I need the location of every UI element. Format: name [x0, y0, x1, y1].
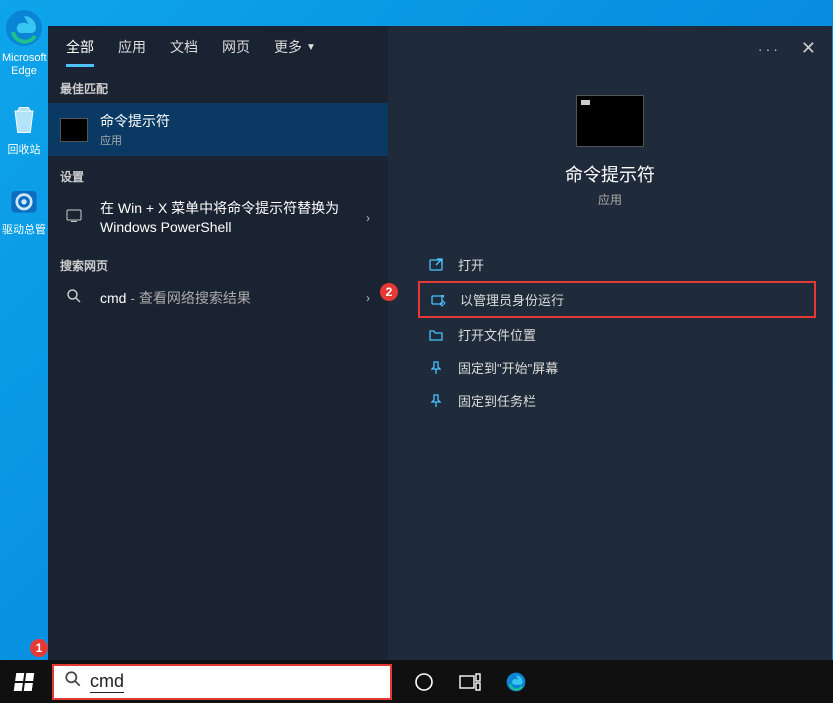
web-label: 搜索网页 — [48, 245, 388, 280]
action-label: 固定到"开始"屏幕 — [458, 358, 558, 377]
result-title: 命令提示符 — [100, 111, 376, 131]
tab-more-label: 更多 — [274, 37, 302, 57]
search-tabs: 全部 应用 文档 网页 更多 ▼ — [48, 26, 388, 68]
taskbar-icons — [412, 670, 528, 694]
action-pin-taskbar[interactable]: 固定到任务栏 — [418, 384, 816, 417]
best-match-result[interactable]: 命令提示符 应用 — [48, 103, 388, 156]
cmd-preview-icon — [576, 95, 644, 147]
desktop-icons: Microsoft Edge 回收站 驱动总管 — [0, 0, 48, 259]
search-input-value[interactable]: cmd — [90, 671, 124, 693]
annotation-badge-2: 2 — [380, 283, 398, 301]
task-view-icon[interactable] — [458, 670, 482, 694]
action-label: 打开文件位置 — [458, 325, 536, 344]
chevron-right-icon: › — [360, 211, 376, 225]
start-search-panel: 全部 应用 文档 网页 更多 ▼ 最佳匹配 命令提示符 应用 设置 在 Win … — [48, 26, 832, 660]
tab-web[interactable]: 网页 — [222, 37, 250, 67]
taskbar-search-box[interactable]: cmd — [52, 664, 392, 700]
action-pin-start[interactable]: 固定到"开始"屏幕 — [418, 351, 816, 384]
action-label: 固定到任务栏 — [458, 391, 536, 410]
search-icon — [60, 288, 88, 309]
cortana-icon[interactable] — [412, 670, 436, 694]
monitor-icon — [60, 208, 88, 227]
desktop-icon-label: 驱动总管 — [0, 224, 48, 237]
result-subtitle: 应用 — [100, 132, 376, 148]
desktop-icon-label: Microsoft Edge — [0, 52, 48, 78]
preview-actions: 打开 以管理员身份运行 打开文件位置 固定到"开始"屏幕 — [418, 248, 816, 417]
chevron-down-icon: ▼ — [306, 42, 316, 53]
preview-pane: ··· ✕ 命令提示符 应用 2 打开 以管理员身份运行 — [388, 26, 832, 660]
setting-text: 在 Win + X 菜单中将命令提示符替换为 Windows PowerShel… — [100, 199, 348, 237]
pin-icon — [428, 393, 444, 409]
desktop-icon-edge[interactable]: Microsoft Edge — [0, 8, 48, 78]
best-match-label: 最佳匹配 — [48, 68, 388, 103]
edge-taskbar-icon[interactable] — [504, 670, 528, 694]
close-icon[interactable]: ✕ — [801, 38, 816, 59]
start-button[interactable] — [0, 660, 48, 703]
edge-icon — [4, 8, 44, 48]
tab-more[interactable]: 更多 ▼ — [274, 37, 316, 67]
pin-icon — [428, 360, 444, 376]
desktop-icon-label: 回收站 — [0, 144, 48, 157]
preview-subtitle: 应用 — [388, 191, 832, 208]
setting-replace-powershell[interactable]: 在 Win + X 菜单中将命令提示符替换为 Windows PowerShel… — [48, 191, 388, 245]
annotation-badge-1: 1 — [30, 639, 48, 657]
folder-icon — [428, 327, 444, 343]
admin-icon — [430, 292, 446, 308]
action-open-location[interactable]: 打开文件位置 — [418, 318, 816, 351]
web-search-text: cmd - 查看网络搜索结果 — [100, 288, 348, 308]
action-label: 以管理员身份运行 — [460, 290, 564, 309]
tab-docs[interactable]: 文档 — [170, 37, 198, 67]
web-query: cmd — [100, 290, 126, 306]
settings-label: 设置 — [48, 156, 388, 191]
web-search-result[interactable]: cmd - 查看网络搜索结果 › — [48, 280, 388, 317]
recycle-bin-icon — [4, 100, 44, 140]
action-run-as-admin[interactable]: 以管理员身份运行 — [418, 281, 816, 318]
cmd-icon — [60, 118, 88, 142]
taskbar: cmd — [0, 660, 833, 703]
search-results-pane: 全部 应用 文档 网页 更多 ▼ 最佳匹配 命令提示符 应用 设置 在 Win … — [48, 26, 388, 660]
desktop-icon-driver[interactable]: 驱动总管 — [0, 180, 48, 237]
action-label: 打开 — [458, 255, 484, 274]
preview-title: 命令提示符 — [388, 161, 832, 187]
web-suffix: - 查看网络搜索结果 — [126, 290, 250, 306]
search-icon — [64, 670, 82, 693]
tab-all[interactable]: 全部 — [66, 37, 94, 67]
desktop-icon-recycle[interactable]: 回收站 — [0, 100, 48, 157]
chevron-right-icon: › — [360, 291, 376, 305]
action-open[interactable]: 打开 — [418, 248, 816, 281]
windows-logo-icon — [14, 673, 35, 691]
more-options-icon[interactable]: ··· — [758, 41, 781, 57]
open-icon — [428, 257, 444, 273]
tab-apps[interactable]: 应用 — [118, 37, 146, 67]
gear-icon — [4, 180, 44, 220]
